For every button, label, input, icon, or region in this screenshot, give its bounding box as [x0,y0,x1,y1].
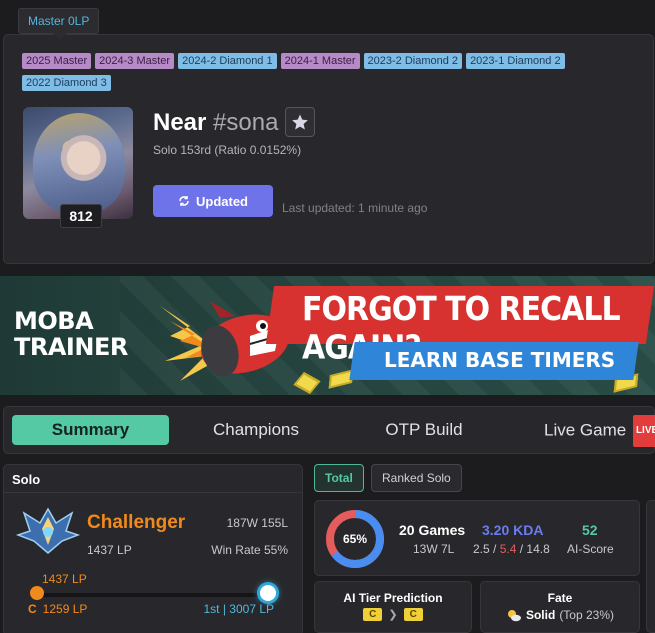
banner-logo-line1: MOBA [14,307,94,335]
win-rate-donut-label: 65% [343,532,367,546]
refresh-icon [179,196,189,206]
update-button[interactable]: Updated [153,185,273,217]
lp-progress-right-label: 1st | 3007 LP [203,602,275,616]
tab-summary[interactable]: Summary [12,415,169,445]
tier-win-rate: Win Rate 55% [211,543,288,557]
tab-otp-build[interactable]: OTP Build [374,415,474,445]
season-badge: 2023-1 Diamond 2 [466,53,565,69]
fate-card: Fate Solid (Top 23%) [480,581,640,633]
next-panel-edge [646,500,655,633]
fate-value: Solid [525,608,556,622]
banner-subline: LEARN BASE TIMERS [384,348,616,372]
games-win-loss: 13W 7L [413,542,455,556]
filter-total[interactable]: Total [314,464,364,492]
season-badges: 2025 Master 2024-3 Master 2024-2 Diamond 1… [22,53,622,91]
update-button-label: Updated [196,193,248,209]
ai-tier-to: C [403,608,423,621]
ai-tier-prediction-card: AI Tier Prediction C ❯ C [314,581,472,633]
tier-lp: 1437 LP [87,543,132,557]
banner-logo: MOBA TRAINER [14,308,128,360]
lp-left-tier-letter: C [28,602,37,616]
season-badge: 2024-1 Master [280,53,360,69]
live-badge: LIVE [632,415,655,447]
fate-detail: (Top 23%) [559,608,615,622]
summoner-name-text: Near [153,109,207,136]
tier-record: 187W 155L [226,516,288,530]
favorite-button[interactable] [285,107,315,137]
win-rate-donut: 65% [326,510,384,568]
ai-tier-title: AI Tier Prediction [343,591,443,605]
partly-sunny-icon [507,610,521,622]
rank-tooltip: Master 0LP [18,8,100,40]
ai-tier-from: C [363,608,383,621]
summoner-name: Near #sona [153,109,278,137]
tab-live-game[interactable]: Live Game LIVE [544,415,655,447]
star-icon [292,114,308,130]
challenger-emblem-icon [16,507,80,554]
chevron-right-icon: ❯ [388,609,398,621]
profile-tabs: Summary Champions OTP Build Live Game LI… [3,406,655,454]
ad-banner[interactable]: MOBA TRAINER FORGOT TO RECALL AGAIN? LEA… [0,276,655,395]
tab-live-game-label: Live Game [544,420,627,440]
ai-score-value: 52 [582,522,598,538]
tab-champions[interactable]: Champions [201,415,311,445]
recent-games-stats: 65% 20 Games 13W 7L 3.20 KDA 2.5 / 5.4 /… [314,500,640,576]
season-badge: 2024-3 Master [95,53,175,69]
solo-panel-header: Solo [4,465,302,493]
lp-progress-track [36,593,270,597]
profile-avatar [23,107,133,219]
season-badge: 2023-2 Diamond 2 [363,53,463,69]
tier-name: Challenger [87,512,186,533]
season-badge: 2024-2 Diamond 1 [178,53,277,69]
kda-kills: 2.5 [473,542,490,556]
solo-rank-panel: Solo Challenger 1437 LP 187W 155L Win Ra… [3,464,303,633]
level-badge: 812 [60,204,102,228]
summoner-tag: #sona [213,109,279,136]
banner-logo-line2: TRAINER [14,333,128,361]
lp-progress-left-label: C 1259 LP [28,602,87,616]
filter-ranked-solo[interactable]: Ranked Solo [371,464,462,492]
kda-assists: 14.8 [526,542,550,556]
games-count: 20 Games [399,522,466,538]
fate-title: Fate [547,591,573,605]
lp-progress-start-marker [30,586,44,600]
profile-card: 2025 Master 2024-3 Master 2024-2 Diamond 1… [3,34,654,264]
kda-detail: 2.5 / 5.4 / 14.8 [473,542,550,556]
lp-progress-current: 1437 LP [42,572,87,586]
season-badge: 2025 Master [22,53,92,69]
lp-left-value: 1259 LP [42,602,88,616]
kda-deaths: 5.4 [499,542,517,556]
last-updated-text: Last updated: 1 minute ago [282,201,428,215]
lp-progress-end-marker [260,585,276,601]
kda-value: 3.20 KDA [482,522,544,538]
season-badge: 2022 Diamond 3 [22,75,111,91]
ladder-rank: Solo 153rd (Ratio 0.0152%) [153,143,302,157]
ai-score-label: AI-Score [567,542,614,556]
